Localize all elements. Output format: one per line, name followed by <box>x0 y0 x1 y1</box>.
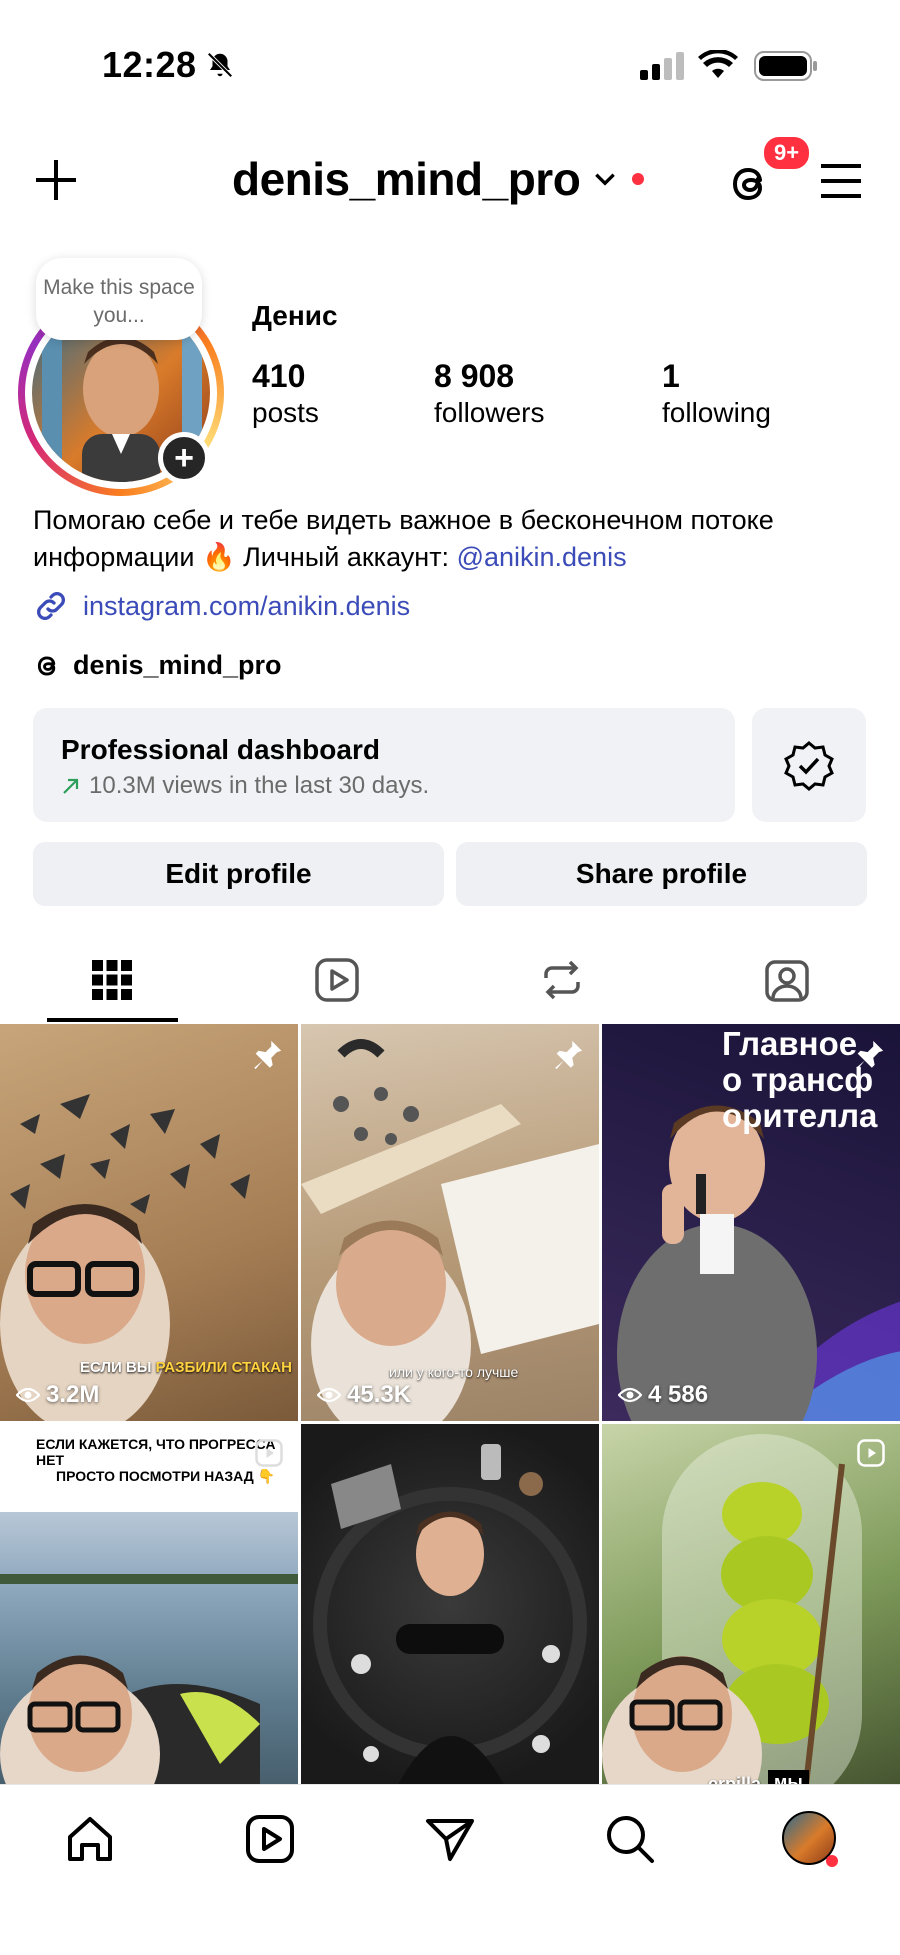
posts-grid: ЕСЛИ ВЫ РАЗБИЛИ СТАКАН 3.2M или у кого-т… <box>0 1024 900 1784</box>
bio-text: Помогаю себе и тебе видеть важное в беск… <box>33 505 774 572</box>
search-icon[interactable] <box>602 1811 658 1867</box>
menu-icon[interactable] <box>818 158 864 204</box>
threads-handle: denis_mind_pro <box>73 650 282 680</box>
pin-icon <box>555 1040 583 1070</box>
post-thumbnail <box>602 1434 862 1784</box>
active-tab-indicator <box>47 1018 178 1022</box>
view-count: 3.2M <box>16 1381 99 1409</box>
posts-label: posts <box>252 397 319 428</box>
reels-nav-icon[interactable] <box>242 1811 298 1867</box>
professional-dashboard[interactable]: Professional dashboard 10.3M views in th… <box>33 708 735 822</box>
post-tile[interactable] <box>301 1424 599 1784</box>
link-text: instagram.com/anikin.denis <box>83 590 411 621</box>
reels-icon[interactable] <box>311 954 363 1006</box>
grid-icon[interactable] <box>86 954 138 1006</box>
post-tile[interactable]: erpilla мы <box>602 1424 900 1784</box>
profile-link[interactable]: instagram.com/anikin.denis <box>33 588 410 624</box>
view-count: 4 586 <box>618 1381 708 1409</box>
display-name: Денис <box>252 300 338 331</box>
post-caption: erpilla <box>708 1774 762 1784</box>
posts-count: 410 <box>252 358 306 394</box>
dashboard-stats-text: 10.3M views in the last 30 days. <box>89 772 430 799</box>
home-icon[interactable] <box>62 1811 118 1867</box>
plus-icon[interactable] <box>30 154 82 206</box>
pin-icon <box>254 1040 282 1070</box>
signal-icon <box>640 52 684 80</box>
tagged-icon[interactable] <box>761 954 813 1006</box>
profile-tabs <box>0 940 900 1022</box>
dashboard-title: Professional dashboard <box>61 734 380 765</box>
post-tile[interactable]: ЕСЛИ КАЖЕТСЯ, ЧТО ПРОГРЕССА НЕТ ПРОСТО П… <box>0 1424 298 1784</box>
bell-off-icon <box>207 52 233 78</box>
unread-dot <box>632 173 645 185</box>
pin-icon <box>856 1040 884 1070</box>
eye-icon <box>16 1387 40 1403</box>
following-label: following <box>662 397 771 428</box>
send-icon[interactable] <box>422 1811 478 1867</box>
status-bar: 12:28 <box>0 0 900 120</box>
bio-mention-link[interactable]: @anikin.denis <box>457 542 627 572</box>
post-caption: или у кого-то лучше <box>389 1364 519 1380</box>
status-time: 12:28 <box>102 44 197 85</box>
post-tile[interactable]: Главное о трансф орителла 4 586 <box>602 1024 900 1421</box>
battery-icon <box>754 51 817 81</box>
threads-icon <box>37 655 56 676</box>
reel-icon <box>857 1439 885 1467</box>
bottom-navigation <box>0 1784 900 1955</box>
trend-up-icon <box>63 778 79 794</box>
post-caption-tag: мы <box>768 1770 809 1784</box>
share-profile-button[interactable]: Share profile <box>456 842 867 906</box>
edit-profile-button[interactable]: Edit profile <box>33 842 444 906</box>
post-thumbnail <box>301 1039 599 1421</box>
eye-icon <box>317 1387 341 1403</box>
following-count: 1 <box>662 358 680 394</box>
stat-posts[interactable]: 410 posts <box>252 358 319 429</box>
post-caption: ЕСЛИ ВЫ РАЗБИЛИ СТАКАН <box>80 1359 292 1376</box>
add-story-button[interactable]: + <box>158 432 210 484</box>
dashboard-subtitle: 10.3M views in the last 30 days. <box>61 772 735 800</box>
post-thumbnail <box>313 1444 587 1784</box>
note-bubble[interactable]: Make this space you... <box>36 258 202 340</box>
bio: Помогаю себе и тебе видеть важное в беск… <box>33 502 873 576</box>
followers-count: 8 908 <box>434 358 515 394</box>
post-caption-sub: ПРОСТО ПОСМОТРИ НАЗАД 👇 <box>56 1468 276 1484</box>
chevron-down-icon <box>595 173 616 186</box>
stat-followers[interactable]: 8 908 followers <box>434 358 544 429</box>
eye-icon <box>618 1387 642 1403</box>
meta-verified-button[interactable] <box>752 708 866 822</box>
link-icon <box>37 592 65 620</box>
reel-icon <box>255 1439 283 1467</box>
wifi-icon <box>698 50 738 78</box>
post-tile[interactable]: или у кого-то лучше 45.3K <box>301 1024 599 1421</box>
stat-following[interactable]: 1 following <box>662 358 771 429</box>
profile-header: denis_mind_pro 9+ <box>0 134 900 220</box>
notification-badge: 9+ <box>761 134 813 172</box>
followers-label: followers <box>434 397 545 428</box>
reposts-icon[interactable] <box>536 954 588 1006</box>
post-tile[interactable]: ЕСЛИ ВЫ РАЗБИЛИ СТАКАН 3.2M <box>0 1024 298 1421</box>
username-title: denis_mind_pro <box>232 153 581 205</box>
verified-badge-icon <box>784 741 834 791</box>
threads-profile-link[interactable]: denis_mind_pro <box>33 650 282 681</box>
account-switcher[interactable]: denis_mind_pro <box>232 152 645 206</box>
profile-nav-dot <box>826 1855 838 1867</box>
view-count: 45.3K <box>317 1381 411 1409</box>
